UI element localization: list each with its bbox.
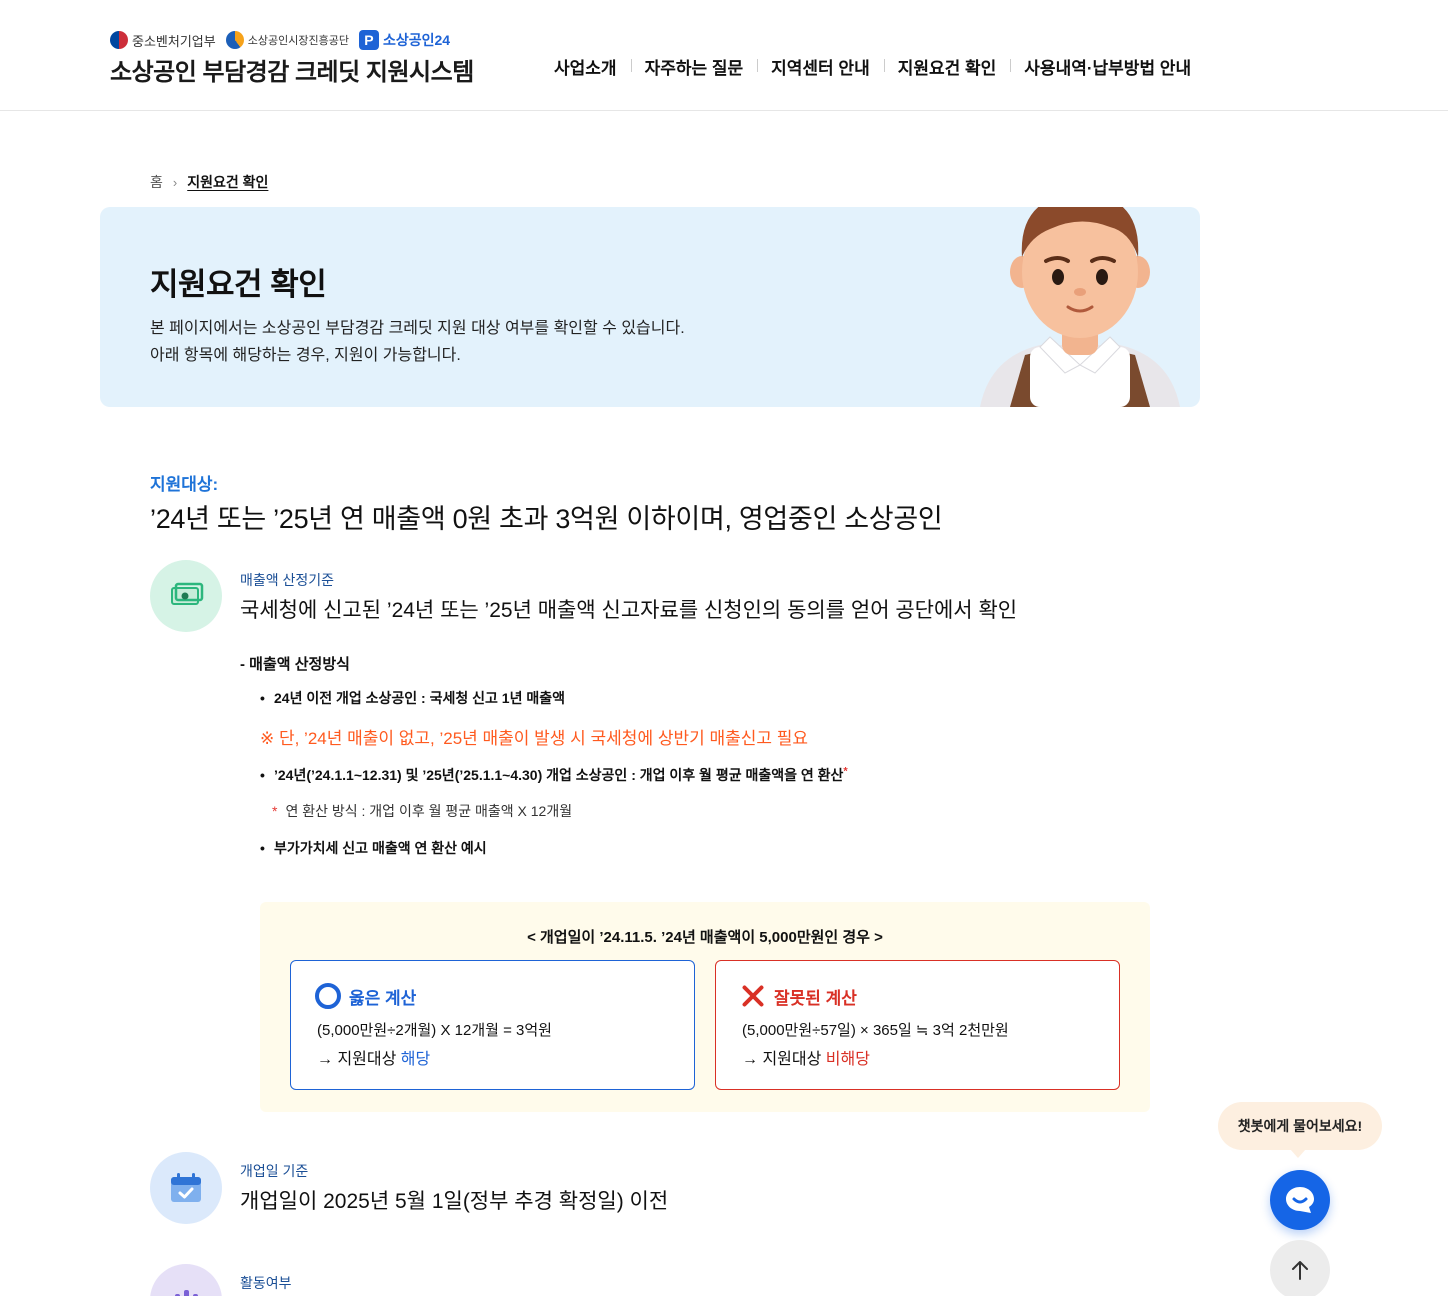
target-description: ’24년 또는 ’25년 연 매출액 0원 초과 3억원 이하이며, 영업중인 … <box>150 504 943 534</box>
criterion-revenue-text: 국세청에 신고된 ’24년 또는 ’25년 매출액 신고자료를 신청인의 동의를… <box>240 599 1018 622</box>
money-icon <box>150 560 222 632</box>
method-bullet-example-text: 부가가치세 신고 매출액 연 환산 예시 <box>274 840 487 856</box>
agency-logos: 중소벤처기업부 소상공인시장진흥공단 P 소상공인24 <box>110 30 450 50</box>
bullet-dot: • <box>260 690 265 706</box>
criterion-revenue-label: 매출액 산정기준 <box>240 572 335 588</box>
nav-item-usage[interactable]: 사용내역·납부방법 안내 <box>1010 54 1205 79</box>
main-nav: 사업소개 자주하는 질문 지역센터 안내 지원요건 확인 사용내역·납부방법 안… <box>540 54 1205 79</box>
sbiz24-logo-text: 소상공인24 <box>382 32 451 48</box>
criterion-open-date-text: 개업일이 2025년 5월 1일(정부 추경 확정일) 이전 <box>240 1190 669 1213</box>
method-title: - 매출액 산정방식 <box>240 656 350 673</box>
sbiz24-logo[interactable]: P 소상공인24 <box>358 30 451 50</box>
arrow-up-icon <box>1292 1261 1308 1280</box>
correct-result-prefix: → 지원대상 <box>317 1051 401 1068</box>
correct-calculation-heading: 옳은 계산 <box>315 983 416 1009</box>
wrong-calculation-title: 잘못된 계산 <box>774 988 857 1008</box>
page-description-line2: 아래 항목에 해당하는 경우, 지원이 가능합니다. <box>150 347 461 364</box>
correct-calculation-title: 옳은 계산 <box>349 988 417 1008</box>
mss-logo[interactable]: 중소벤처기업부 <box>110 31 216 50</box>
activity-icon <box>150 1264 222 1296</box>
taegeuk-icon <box>110 31 128 49</box>
shop-owner-character-illustration <box>980 207 1180 407</box>
breadcrumb: 홈 › 지원요건 확인 <box>150 172 268 192</box>
method-bullet-new-business: • ’24년(’24.1.1~12.31) 및 ’25년(’25.1.1~4.30… <box>260 765 848 785</box>
chevron-right-icon: › <box>172 174 178 190</box>
wrong-calculation-formula: (5,000만원÷57일) × 365일 ≒ 3억 2천만원 <box>742 1022 1009 1039</box>
site-title[interactable]: 소상공인 부담경감 크레딧 지원시스템 <box>110 52 474 87</box>
semas-emblem-icon <box>225 31 244 49</box>
sbiz24-p-icon: P <box>358 30 379 50</box>
site-header: 중소벤처기업부 소상공인시장진흥공단 P 소상공인24 소상공인 부담경감 크레… <box>0 0 1448 111</box>
example-caption: < 개업일이 ’24.11.5. ’24년 매출액이 5,000만원인 경우 > <box>527 929 883 946</box>
page-description-line1: 본 페이지에서는 소상공인 부담경감 크레딧 지원 대상 여부를 확인할 수 있… <box>150 320 685 337</box>
breadcrumb-home[interactable]: 홈 <box>150 172 163 192</box>
mss-logo-text: 중소벤처기업부 <box>132 33 216 49</box>
annualize-note-text: 연 환산 방식 : 개업 이후 월 평균 매출액 X 12개월 <box>285 803 573 819</box>
warning-note: ※ 단, ’24년 매출이 없고, ’25년 매출이 발생 시 국세청에 상반기… <box>260 729 809 748</box>
bullet-dot: • <box>260 767 265 783</box>
method-bullet-new-business-text: ’24년(’24.1.1~12.31) 및 ’25년(’25.1.1~4.30)… <box>274 767 844 783</box>
wrong-calculation-heading: 잘못된 계산 <box>740 983 857 1009</box>
correct-calculation-card: 옳은 계산 (5,000만원÷2개월) X 12개월 = 3억원 → 지원대상 … <box>290 960 695 1090</box>
footnote-marker: * <box>843 765 848 778</box>
x-mark-icon <box>740 983 766 1009</box>
annualize-note: * 연 환산 방식 : 개업 이후 월 평균 매출액 X 12개월 <box>272 801 572 821</box>
correct-result-value: 해당 <box>400 1051 431 1068</box>
chat-icon <box>1286 1187 1314 1213</box>
target-label: 지원대상: <box>150 475 219 494</box>
semas-logo-text: 소상공인시장진흥공단 <box>247 35 349 47</box>
nav-item-faq[interactable]: 자주하는 질문 <box>630 54 758 79</box>
page-description: 본 페이지에서는 소상공인 부담경감 크레딧 지원 대상 여부를 확인할 수 있… <box>150 315 685 369</box>
wrong-calculation-result: → 지원대상 비해당 <box>742 1045 870 1069</box>
breadcrumb-current[interactable]: 지원요건 확인 <box>187 172 268 192</box>
wrong-result-prefix: → 지원대상 <box>742 1051 826 1068</box>
method-bullet-pre2024-text: 24년 이전 개업 소상공인 : 국세청 신고 1년 매출액 <box>274 690 565 706</box>
scroll-top-button[interactable] <box>1270 1240 1330 1296</box>
chatbot-button[interactable] <box>1270 1170 1330 1230</box>
method-bullet-example: • 부가가치세 신고 매출액 연 환산 예시 <box>260 838 487 858</box>
wrong-calculation-card: 잘못된 계산 (5,000만원÷57일) × 365일 ≒ 3억 2천만원 → … <box>715 960 1120 1090</box>
correct-calculation-result: → 지원대상 해당 <box>317 1045 430 1069</box>
nav-item-eligibility[interactable]: 지원요건 확인 <box>883 54 1011 79</box>
calculation-example-box: < 개업일이 ’24.11.5. ’24년 매출액이 5,000만원인 경우 >… <box>260 902 1150 1112</box>
method-bullet-pre2024: • 24년 이전 개업 소상공인 : 국세청 신고 1년 매출액 <box>260 688 565 708</box>
asterisk-icon: * <box>272 803 278 819</box>
nav-item-about[interactable]: 사업소개 <box>540 54 631 79</box>
circle-o-icon <box>315 983 341 1009</box>
correct-calculation-formula: (5,000만원÷2개월) X 12개월 = 3억원 <box>317 1022 552 1039</box>
calendar-icon <box>150 1152 222 1224</box>
nav-item-centers[interactable]: 지역센터 안내 <box>757 54 884 79</box>
page-banner: 지원요건 확인 본 페이지에서는 소상공인 부담경감 크레딧 지원 대상 여부를… <box>100 207 1200 407</box>
criterion-activity-label: 활동여부 <box>240 1275 292 1291</box>
chatbot-tooltip[interactable]: 챗봇에게 물어보세요! <box>1218 1102 1382 1158</box>
semas-logo[interactable]: 소상공인시장진흥공단 <box>225 31 349 49</box>
wrong-result-value: 비해당 <box>825 1051 870 1068</box>
bullet-dot: • <box>260 840 265 856</box>
page-title: 지원요건 확인 <box>150 267 327 302</box>
criterion-open-date-label: 개업일 기준 <box>240 1163 309 1179</box>
